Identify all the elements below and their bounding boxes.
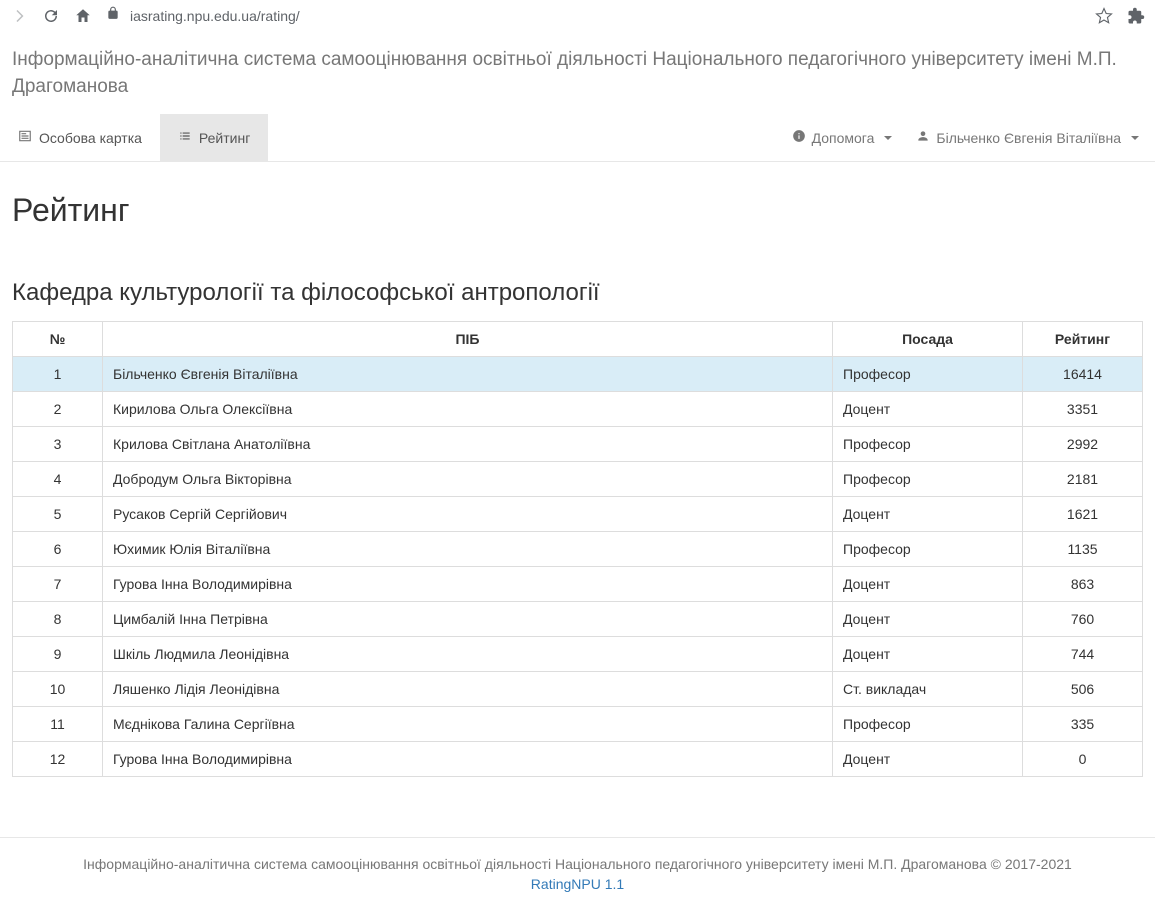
- table-row: 4Добродум Ольга ВікторівнаПрофесор2181: [13, 462, 1143, 497]
- list-icon: [178, 129, 192, 146]
- th-score: Рейтинг: [1023, 322, 1143, 357]
- cell-position: Доцент: [833, 392, 1023, 427]
- lock-icon: [106, 6, 120, 25]
- cell-position: Професор: [833, 707, 1023, 742]
- cell-score: 0: [1023, 742, 1143, 777]
- nav-rating-label: Рейтинг: [199, 130, 250, 146]
- table-row: 5Русаков Сергій СергійовичДоцент1621: [13, 497, 1143, 532]
- table-row: 12Гурова Інна ВолодимирівнаДоцент0: [13, 742, 1143, 777]
- cell-num: 1: [13, 357, 103, 392]
- cell-score: 2181: [1023, 462, 1143, 497]
- cell-num: 9: [13, 637, 103, 672]
- cell-num: 7: [13, 567, 103, 602]
- cell-position: Професор: [833, 462, 1023, 497]
- cell-num: 11: [13, 707, 103, 742]
- table-row: 3Крилова Світлана АнатоліївнаПрофесор299…: [13, 427, 1143, 462]
- cell-score: 760: [1023, 602, 1143, 637]
- extensions-button[interactable]: [1127, 7, 1145, 25]
- cell-num: 10: [13, 672, 103, 707]
- cell-num: 6: [13, 532, 103, 567]
- chevron-down-icon: [884, 136, 892, 140]
- cell-name: Гурова Інна Володимирівна: [103, 742, 833, 777]
- main-navbar: Особова картка Рейтинг Допомога Більченк…: [0, 114, 1155, 162]
- home-button[interactable]: [74, 7, 92, 25]
- main-content: Рейтинг Кафедра культурології та філософ…: [0, 162, 1155, 837]
- footer-copyright: Інформаційно-аналітична система самооцін…: [20, 856, 1135, 872]
- cell-score: 16414: [1023, 357, 1143, 392]
- cell-position: Професор: [833, 427, 1023, 462]
- cell-num: 5: [13, 497, 103, 532]
- info-icon: [792, 129, 806, 146]
- page-title: Рейтинг: [12, 192, 1143, 229]
- site-title: Інформаційно-аналітична система самооцін…: [12, 47, 1143, 100]
- table-row: 10Ляшенко Лідія ЛеонідівнаСт. викладач50…: [13, 672, 1143, 707]
- footer-version[interactable]: RatingNPU 1.1: [20, 876, 1135, 892]
- cell-num: 12: [13, 742, 103, 777]
- cell-score: 335: [1023, 707, 1143, 742]
- cell-name: Ляшенко Лідія Леонідівна: [103, 672, 833, 707]
- cell-name: Кирилова Ольга Олексіївна: [103, 392, 833, 427]
- th-position: Посада: [833, 322, 1023, 357]
- user-dropdown[interactable]: Більченко Євгенія Віталіївна: [910, 114, 1145, 161]
- cell-name: Добродум Ольга Вікторівна: [103, 462, 833, 497]
- nav-rating[interactable]: Рейтинг: [160, 114, 268, 161]
- cell-score: 1621: [1023, 497, 1143, 532]
- cell-position: Професор: [833, 357, 1023, 392]
- help-label: Допомога: [812, 130, 875, 146]
- help-dropdown[interactable]: Допомога: [786, 114, 899, 161]
- cell-position: Доцент: [833, 637, 1023, 672]
- site-footer: Інформаційно-аналітична система самооцін…: [0, 837, 1155, 902]
- cell-name: Гурова Інна Володимирівна: [103, 567, 833, 602]
- table-row: 1Більченко Євгенія ВіталіївнаПрофесор164…: [13, 357, 1143, 392]
- table-row: 9Шкіль Людмила ЛеонідівнаДоцент744: [13, 637, 1143, 672]
- star-button[interactable]: [1095, 7, 1113, 25]
- forward-button[interactable]: [10, 7, 28, 25]
- user-icon: [916, 129, 930, 146]
- table-row: 7Гурова Інна ВолодимирівнаДоцент863: [13, 567, 1143, 602]
- cell-name: Шкіль Людмила Леонідівна: [103, 637, 833, 672]
- cell-position: Доцент: [833, 497, 1023, 532]
- cell-score: 506: [1023, 672, 1143, 707]
- user-name-label: Більченко Євгенія Віталіївна: [936, 130, 1121, 146]
- table-row: 6Юхимик Юлія ВіталіївнаПрофесор1135: [13, 532, 1143, 567]
- th-num: №: [13, 322, 103, 357]
- url-text: iasrating.npu.edu.ua/rating/: [130, 8, 300, 24]
- rating-table: № ПІБ Посада Рейтинг 1Більченко Євгенія …: [12, 321, 1143, 777]
- cell-position: Доцент: [833, 602, 1023, 637]
- cell-name: Юхимик Юлія Віталіївна: [103, 532, 833, 567]
- nav-personal-card-label: Особова картка: [39, 130, 142, 146]
- cell-num: 4: [13, 462, 103, 497]
- cell-num: 8: [13, 602, 103, 637]
- cell-score: 863: [1023, 567, 1143, 602]
- browser-toolbar: iasrating.npu.edu.ua/rating/: [0, 0, 1155, 31]
- table-row: 8Цимбалій Інна ПетрівнаДоцент760: [13, 602, 1143, 637]
- cell-num: 2: [13, 392, 103, 427]
- cell-num: 3: [13, 427, 103, 462]
- cell-score: 2992: [1023, 427, 1143, 462]
- cell-position: Доцент: [833, 567, 1023, 602]
- cell-score: 1135: [1023, 532, 1143, 567]
- card-icon: [18, 129, 32, 146]
- cell-name: Крилова Світлана Анатоліївна: [103, 427, 833, 462]
- cell-position: Професор: [833, 532, 1023, 567]
- chevron-down-icon: [1131, 136, 1139, 140]
- department-title: Кафедра культурології та філософської ан…: [12, 279, 1143, 307]
- th-name: ПІБ: [103, 322, 833, 357]
- cell-name: Мєднікова Галина Сергіївна: [103, 707, 833, 742]
- table-row: 11Мєднікова Галина СергіївнаПрофесор335: [13, 707, 1143, 742]
- cell-position: Доцент: [833, 742, 1023, 777]
- cell-name: Русаков Сергій Сергійович: [103, 497, 833, 532]
- cell-position: Ст. викладач: [833, 672, 1023, 707]
- cell-score: 744: [1023, 637, 1143, 672]
- cell-name: Цимбалій Інна Петрівна: [103, 602, 833, 637]
- reload-button[interactable]: [42, 7, 60, 25]
- table-row: 2Кирилова Ольга ОлексіївнаДоцент3351: [13, 392, 1143, 427]
- cell-score: 3351: [1023, 392, 1143, 427]
- site-header: Інформаційно-аналітична система самооцін…: [0, 31, 1155, 108]
- nav-personal-card[interactable]: Особова картка: [0, 114, 160, 161]
- cell-name: Більченко Євгенія Віталіївна: [103, 357, 833, 392]
- address-bar[interactable]: iasrating.npu.edu.ua/rating/: [106, 6, 1081, 25]
- table-header-row: № ПІБ Посада Рейтинг: [13, 322, 1143, 357]
